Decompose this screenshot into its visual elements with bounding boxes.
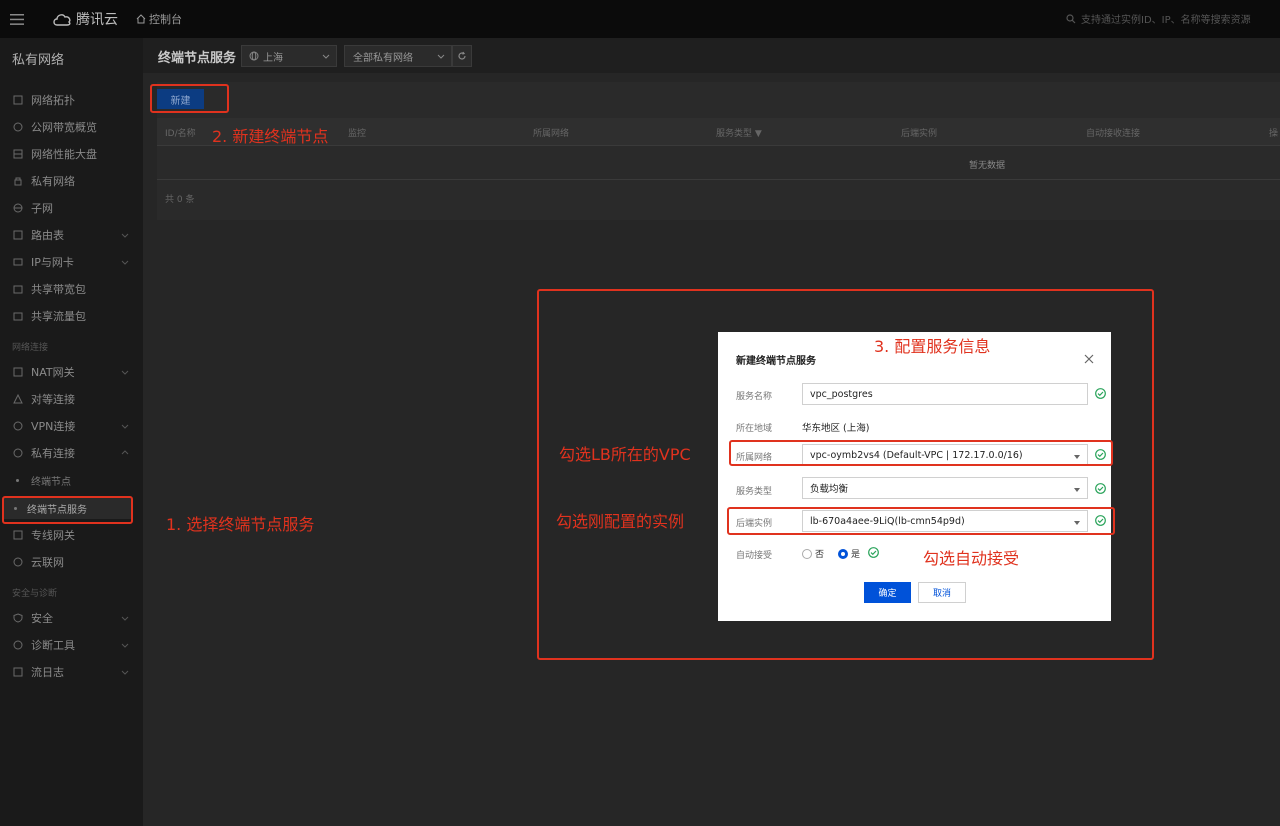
sidebar-title: 私有网络 (12, 49, 64, 68)
sidebar-item-security[interactable]: 安全 (0, 607, 143, 629)
sidebar-item-bandwidth-overview[interactable]: 公网带宽概览 (0, 116, 143, 138)
search-icon (1066, 14, 1076, 24)
sidebar-item-diagnose[interactable]: 诊断工具 (0, 634, 143, 656)
chevron-down-icon (121, 256, 129, 269)
dc-gateway-icon (12, 530, 23, 541)
annotation-step2: 2. 新建终端节点 (212, 123, 328, 147)
sidebar-item-traffic-package[interactable]: 共享流量包 (0, 305, 143, 327)
private-link-icon (12, 448, 23, 459)
sidebar-item-flow-log[interactable]: 流日志 (0, 661, 143, 683)
empty-text: 暂无数据 (969, 158, 1005, 171)
traffic-icon (12, 311, 23, 322)
annotation-box-new-button (150, 84, 229, 113)
annotation-vpc-hint: 勾选LB所在的VPC (559, 441, 691, 465)
chevron-up-icon (121, 447, 129, 460)
subnet-icon (12, 203, 23, 214)
sidebar-item-subnet[interactable]: 子网 (0, 197, 143, 219)
topology-icon (12, 95, 23, 106)
annotation-box-vpc (729, 440, 1113, 466)
column-header-auto-accept: 自动接收连接 (1086, 126, 1140, 139)
sidebar-item-ccn[interactable]: 云联网 (0, 551, 143, 573)
table-empty-row (157, 147, 1280, 180)
sidebar-item-topology[interactable]: 网络拓扑 (0, 89, 143, 111)
sidebar-item-performance-dashboard[interactable]: 网络性能大盘 (0, 143, 143, 165)
chevron-down-icon (322, 52, 330, 63)
sidebar-item-vpc[interactable]: 私有网络 (0, 170, 143, 192)
refresh-icon (457, 51, 467, 61)
brand-logo[interactable]: 腾讯云 (52, 9, 118, 29)
chevron-down-icon (437, 52, 445, 63)
top-bar: 腾讯云 控制台 支持通过实例ID、IP、名称等搜索资源 (0, 0, 1280, 38)
dashboard-icon (12, 149, 23, 160)
route-icon (12, 230, 23, 241)
sidebar-item-private-link[interactable]: 私有连接 (0, 442, 143, 464)
console-link[interactable]: 控制台 (136, 11, 182, 27)
brand-name: 腾讯云 (76, 9, 118, 29)
column-header-id-name: ID/名称 (165, 126, 196, 139)
ccn-icon (12, 557, 23, 568)
annotation-box-endpoint-service (2, 496, 133, 524)
column-header-actions: 操 (1269, 126, 1278, 139)
nat-icon (12, 367, 23, 378)
chevron-down-icon (121, 612, 129, 625)
cloud-icon (52, 13, 72, 26)
sidebar-section-network-connect: 网络连接 (12, 340, 48, 353)
column-header-monitor: 监控 (348, 126, 366, 139)
sidebar-item-route-table[interactable]: 路由表 (0, 224, 143, 246)
annotation-box-backend (727, 507, 1115, 535)
package-icon (12, 284, 23, 295)
global-search[interactable]: 支持通过实例ID、IP、名称等搜索资源 (1066, 11, 1251, 26)
column-header-service-type[interactable]: 服务类型 ▼ (716, 126, 762, 139)
bullet-icon (16, 479, 19, 482)
refresh-button[interactable] (452, 45, 472, 67)
diagnose-icon (12, 640, 23, 651)
annotation-step1: 1. 选择终端节点服务 (166, 511, 314, 535)
filter-icon[interactable]: ▼ (755, 129, 762, 139)
chevron-down-icon (121, 420, 129, 433)
sidebar-item-dc-gateway[interactable]: 专线网关 (0, 524, 143, 546)
column-header-vpc: 所属网络 (533, 126, 569, 139)
vpc-filter-select[interactable]: 全部私有网络 (344, 45, 452, 67)
chevron-down-icon (121, 366, 129, 379)
sidebar-item-nat[interactable]: NAT网关 (0, 361, 143, 383)
chevron-down-icon (121, 666, 129, 679)
total-count: 共 0 条 (165, 192, 194, 205)
sidebar-item-vpn[interactable]: VPN连接 (0, 415, 143, 437)
peering-icon (12, 394, 23, 405)
sidebar-section-security: 安全与诊断 (12, 586, 57, 599)
region-select[interactable]: 上海 (241, 45, 337, 67)
shield-icon (12, 613, 23, 624)
home-icon (136, 14, 146, 24)
vpc-icon (12, 176, 23, 187)
sidebar-item-bandwidth-package[interactable]: 共享带宽包 (0, 278, 143, 300)
annotation-step3: 3. 配置服务信息 (874, 333, 990, 357)
column-header-backend: 后端实例 (901, 126, 937, 139)
annotation-box-dialog (537, 289, 1154, 660)
annotation-backend-hint: 勾选刚配置的实例 (556, 508, 684, 532)
globe-icon (249, 51, 259, 61)
page-title: 终端节点服务 (158, 47, 236, 66)
sidebar-item-endpoint[interactable]: 终端节点 (0, 469, 143, 491)
chevron-down-icon (121, 229, 129, 242)
annotation-auto-accept-hint: 勾选自动接受 (923, 545, 1019, 569)
menu-icon[interactable] (0, 0, 34, 38)
sidebar-item-ip-nic[interactable]: IP与网卡 (0, 251, 143, 273)
chevron-down-icon (121, 639, 129, 652)
sidebar-item-peering[interactable]: 对等连接 (0, 388, 143, 410)
log-icon (12, 667, 23, 678)
search-placeholder: 支持通过实例ID、IP、名称等搜索资源 (1081, 11, 1251, 26)
nic-icon (12, 257, 23, 268)
vpn-icon (12, 421, 23, 432)
bandwidth-icon (12, 122, 23, 133)
